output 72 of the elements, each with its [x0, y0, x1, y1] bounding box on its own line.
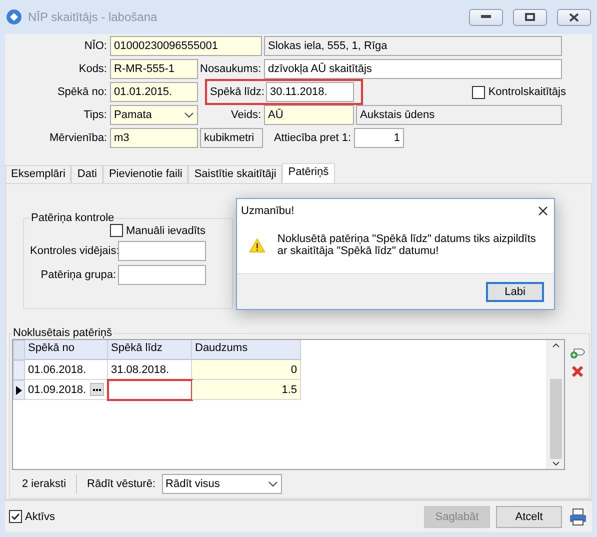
field-label: Mērvienība: — [48, 132, 108, 144]
minimize-icon — [481, 15, 491, 19]
ellipsis-button[interactable] — [90, 383, 104, 396]
kind-field[interactable]: AŪ — [264, 105, 354, 125]
close-icon — [569, 12, 579, 22]
tab[interactable]: Dati — [71, 165, 103, 183]
chevron-down-icon — [268, 481, 278, 487]
checkbox-label: Kontrolskaitītājs — [488, 86, 566, 98]
ok-button[interactable]: Labi — [486, 282, 544, 302]
name-field[interactable]: dzīvokļa AŪ skaitītājs — [264, 59, 562, 79]
valid-from-field[interactable]: 01.01.2015. — [110, 82, 198, 102]
delete-icon[interactable] — [570, 365, 584, 378]
column-header: Spēkā no — [25, 340, 108, 360]
field-label: Attiecība pret 1: — [272, 132, 352, 144]
field-label: Nosaukums: — [200, 63, 262, 75]
record-count: 2 ieraksti — [22, 478, 66, 490]
table-cell[interactable] — [108, 380, 192, 400]
chevron-down-icon — [184, 112, 194, 118]
unit-description-field: kubikmetri — [200, 128, 263, 148]
input-field[interactable] — [118, 265, 206, 285]
header-cell — [13, 340, 25, 360]
address-field: Slokas iela, 555, 1, Rīga — [264, 36, 562, 56]
cell-text: 01.09.2018. — [28, 384, 86, 396]
table-cell[interactable]: 31.08.2018. — [108, 360, 192, 380]
checkbox[interactable] — [472, 86, 486, 98]
kind-description-field: Aukstais ūdens — [356, 105, 562, 125]
field-label: Rādīt vēsturē: — [87, 478, 156, 490]
button[interactable]: Atcelt — [496, 506, 562, 528]
table-cell: 0 — [192, 360, 301, 380]
field-label: Kontroles vidējais: — [30, 245, 118, 257]
printer-icon[interactable] — [568, 506, 588, 526]
tab[interactable]: Eksemplāri — [5, 165, 72, 183]
field-label: Veids: — [230, 109, 262, 121]
field-label: Patēriņa grupa: — [40, 269, 117, 281]
pointer-icon — [16, 386, 22, 394]
scrollbar[interactable] — [546, 340, 564, 469]
column-header: Spēkā līdz — [108, 340, 192, 360]
checkbox-label: Manuāli ievadīts — [126, 224, 206, 236]
minimize-button[interactable] — [469, 8, 503, 26]
maximize-icon — [525, 13, 535, 21]
checkbox[interactable] — [110, 224, 123, 237]
tab[interactable]: Pievienotie faili — [102, 165, 188, 183]
close-button[interactable] — [557, 8, 591, 26]
field-label: Spēkā līdz: — [210, 86, 266, 98]
code-field[interactable]: R-MR-555-1 — [110, 59, 198, 79]
checkbox[interactable] — [9, 510, 22, 523]
field-label: Tips: — [82, 109, 108, 121]
window-title: NĪP skaitītājs - labošana — [28, 10, 158, 24]
table-cell: 1.5 — [192, 380, 301, 400]
nio-field[interactable]: 01000230096555001 — [110, 36, 262, 56]
valid-to-field[interactable]: 30.11.2018. — [266, 82, 354, 102]
add-icon[interactable] — [569, 347, 585, 359]
tab[interactable]: Saistītie skaitītāji — [188, 165, 282, 183]
tab[interactable]: Patēriņš — [282, 163, 335, 183]
maximize-button[interactable] — [513, 8, 547, 26]
history-select[interactable]: Rādīt visus — [162, 474, 282, 494]
cell-text: 01.06.2018. — [28, 364, 86, 376]
checkbox-label: Aktīvs — [25, 510, 55, 522]
field-label: NĪO: — [83, 40, 108, 52]
app-icon — [6, 9, 22, 25]
dialog-message: Noklusētā patēriņa "Spēkā līdz" datums tiks aizpildīts ar skaitītāja "Spēkā līdz" datumu! — [277, 233, 537, 257]
input-field[interactable] — [118, 241, 206, 261]
column-header: Daudzums — [192, 340, 301, 360]
group-title: Patēriņa kontrole — [30, 212, 116, 224]
field-label: Spēkā no: — [56, 86, 108, 98]
field-label: Kods: — [78, 63, 108, 75]
dialog-title: Uzmanību! — [241, 205, 294, 217]
type-select[interactable]: Pamata — [110, 105, 198, 125]
group-title: Noklusētais patēriņš — [12, 327, 114, 339]
ratio-field[interactable]: 1 — [354, 128, 404, 148]
close-icon[interactable] — [538, 206, 548, 216]
unit-field[interactable]: m3 — [110, 128, 198, 148]
